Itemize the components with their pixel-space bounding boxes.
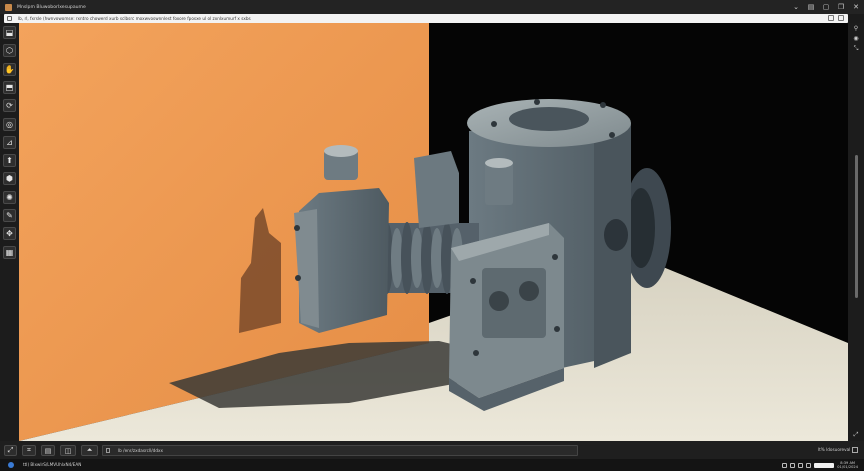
network-icon[interactable] xyxy=(782,462,788,468)
file-icon xyxy=(106,448,110,453)
dropdown-icon[interactable]: ⌄ xyxy=(792,3,800,11)
mesh-tool[interactable]: ⬢ xyxy=(3,172,16,186)
orbit-tool[interactable]: ◎ xyxy=(3,117,16,131)
left-boss-top xyxy=(324,145,358,157)
pin-icon[interactable]: ⚲ xyxy=(852,25,860,32)
bottom-toolbar: ⤢ ⌗ ▤ ◫ ⏶ lb /enr/zxdasrcll/ddxx lt% ldo… xyxy=(0,441,864,459)
bolt-hole xyxy=(534,99,540,105)
path-text: lb /enr/zxdasrcll/ddxx xyxy=(118,448,163,453)
url-text[interactable]: lb, rl, fxrsle (hwnvowomse: rxntro chowe… xyxy=(18,16,251,21)
scene-render[interactable] xyxy=(19,23,848,441)
front-boss-top xyxy=(485,158,513,168)
box-tool[interactable]: ⬒ xyxy=(3,80,16,94)
bolt-hole xyxy=(491,121,497,127)
lasso-tool[interactable]: ⬡ xyxy=(3,44,16,58)
layer-button[interactable]: ▤ xyxy=(41,445,55,456)
battery-icon[interactable] xyxy=(798,462,804,468)
center-upright xyxy=(414,151,459,228)
fit-icon[interactable]: ⤢ xyxy=(852,431,860,438)
top-bore xyxy=(509,107,589,131)
lock-icon xyxy=(7,16,12,21)
save-icon[interactable]: ▤ xyxy=(807,3,815,11)
rotate-tool[interactable]: ⟳ xyxy=(3,99,16,113)
volume-icon[interactable] xyxy=(790,462,796,468)
scrollbar[interactable] xyxy=(855,155,858,298)
bolt-hole xyxy=(473,350,479,356)
camera-button[interactable]: ◫ xyxy=(60,445,76,456)
clock[interactable]: 8:39 AM 01/01/2024 xyxy=(837,461,858,469)
expand-button[interactable]: ⤢ xyxy=(4,445,17,456)
bolt-hole xyxy=(552,254,558,260)
input-indicator[interactable] xyxy=(814,462,835,468)
bolt-hole xyxy=(470,278,476,284)
left-toolbar: ⬓ ⬡ ✋ ⬒ ⟳ ◎ ⊿ ⬆ ⬢ ✺ ✎ ✥ ▦ xyxy=(0,23,19,441)
measure-tool[interactable]: ⊿ xyxy=(3,135,16,149)
path-field[interactable]: lb /enr/zxdasrcll/ddxx xyxy=(102,445,578,456)
clock-date: 01/01/2024 xyxy=(837,465,858,469)
settings-icon[interactable] xyxy=(838,15,844,21)
bolt-hole xyxy=(600,102,606,108)
app-icon xyxy=(5,3,12,11)
panel-toggle-icon[interactable] xyxy=(852,447,858,453)
window-title: Mnslpm Bluwoborlxesupaume xyxy=(17,4,86,10)
status-bar: ttl) BlxwlrS/LMVUhlxN4/EAN 8:39 AM 01/01… xyxy=(0,459,864,471)
front-hole-left xyxy=(489,291,509,311)
render-button[interactable]: ⏶ xyxy=(81,445,98,456)
paint-tool[interactable]: ✎ xyxy=(3,209,16,222)
collapse-icon[interactable]: ⤡ xyxy=(852,45,860,52)
side-port xyxy=(604,219,628,251)
bolt-hole xyxy=(294,225,300,231)
extrude-tool[interactable]: ⬆ xyxy=(3,154,16,168)
3d-viewport[interactable] xyxy=(19,23,848,441)
transform-tool[interactable]: ✥ xyxy=(3,227,16,241)
side-flange-inner xyxy=(627,188,655,268)
front-hole-right xyxy=(519,281,539,301)
title-bar: Mnslpm Bluwoborlxesupaume ⌄ ▤ ▢ ❐ ✕ xyxy=(0,0,864,14)
bolt-hole xyxy=(295,275,301,281)
bolt-hole xyxy=(554,326,560,332)
tray: 8:39 AM 01/01/2024 xyxy=(782,461,858,469)
bookmark-icon[interactable] xyxy=(828,15,834,21)
start-icon[interactable] xyxy=(8,462,14,468)
hand-tool[interactable]: ✋ xyxy=(3,62,16,76)
snap-button[interactable]: ⌗ xyxy=(22,445,36,456)
notification-icon[interactable] xyxy=(806,462,812,468)
front-boss xyxy=(485,163,513,205)
eye-icon[interactable]: ◉ xyxy=(852,35,860,42)
bolt-hole xyxy=(609,132,615,138)
window-controls: ⌄ ▤ ▢ ❐ ✕ xyxy=(792,3,860,11)
address-bar[interactable]: lb, rl, fxrsle (hwnvowomse: rxntro chowe… xyxy=(4,14,848,23)
sculpt-tool[interactable]: ✺ xyxy=(3,190,16,204)
square-icon[interactable]: ▢ xyxy=(822,3,830,11)
grid-tool[interactable]: ▦ xyxy=(3,245,16,259)
zoom-label: lt% ldosuoreval xyxy=(818,447,851,452)
select-tool[interactable]: ⬓ xyxy=(3,26,16,39)
status-text: ttl) BlxwlrS/LMVUhlxN4/EAN xyxy=(23,462,82,467)
restore-icon[interactable]: ❐ xyxy=(837,3,845,11)
close-icon[interactable]: ✕ xyxy=(852,3,860,11)
